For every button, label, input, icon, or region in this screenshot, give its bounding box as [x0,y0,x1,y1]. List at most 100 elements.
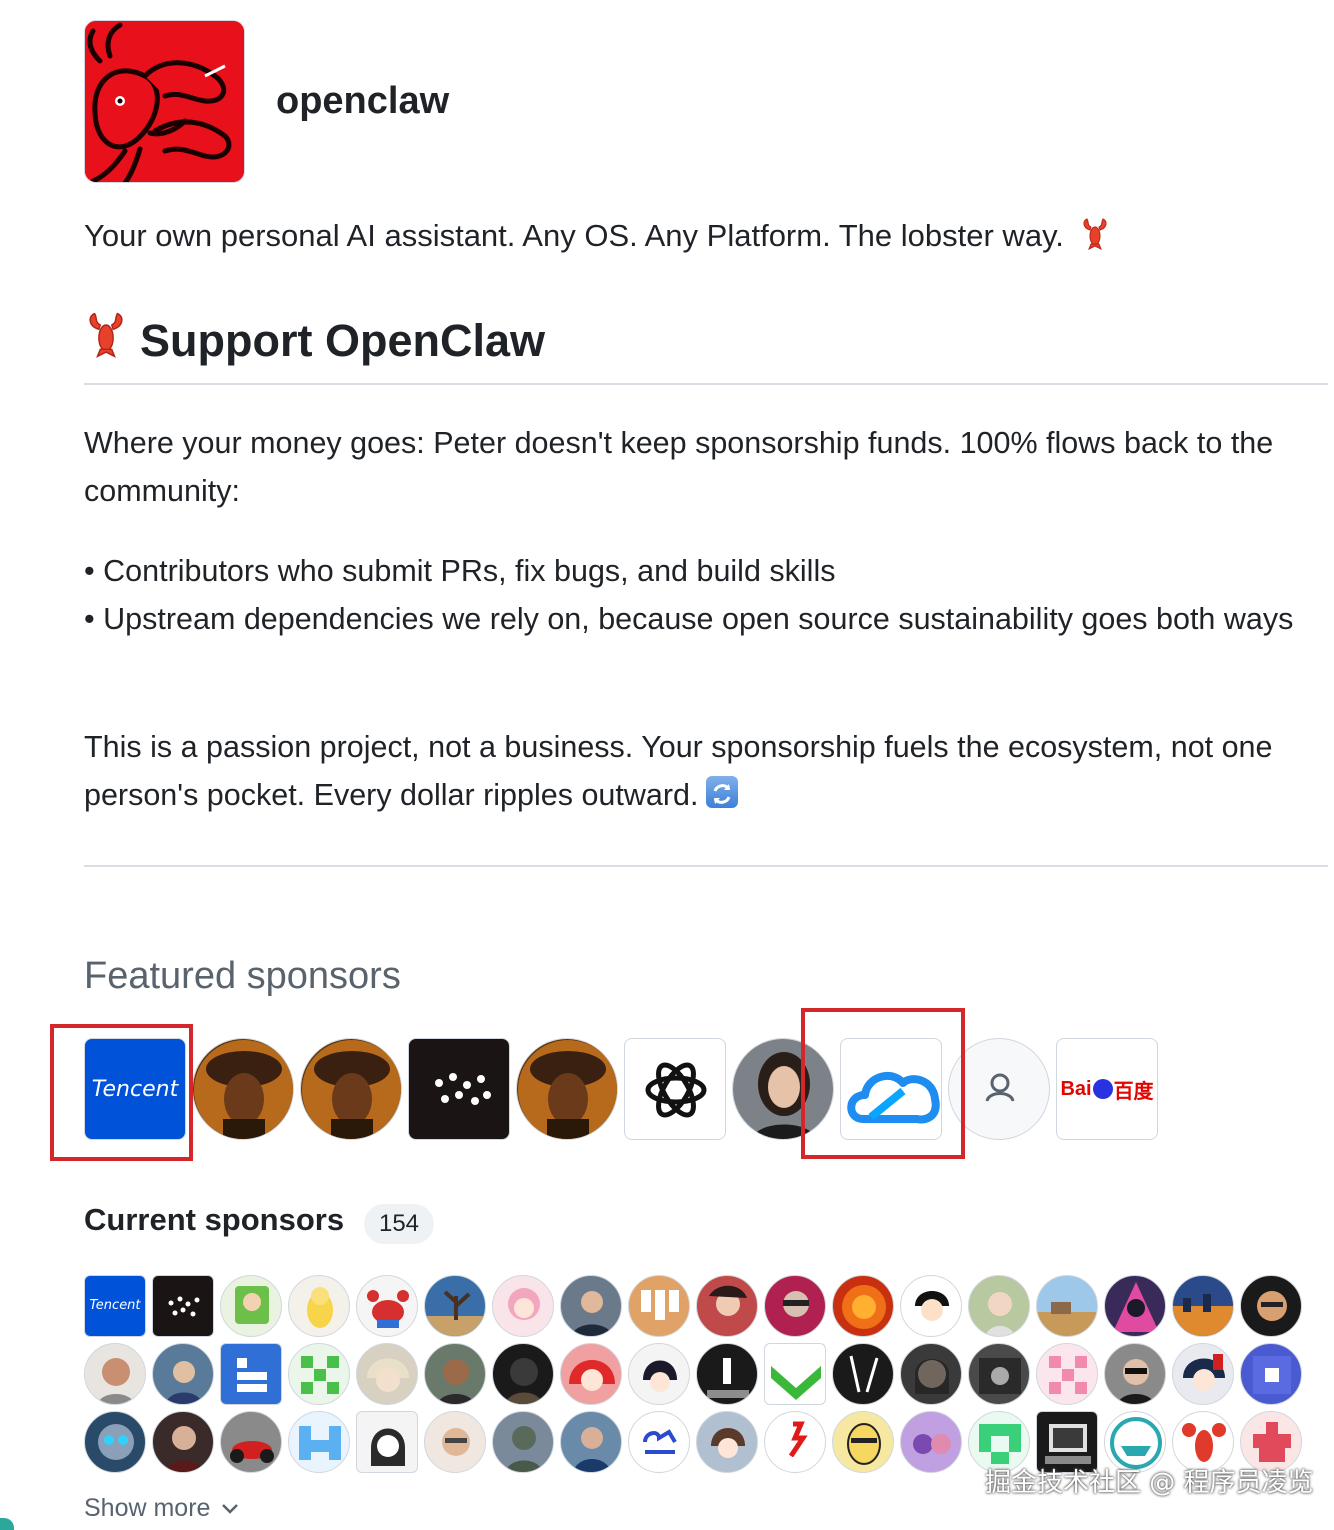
person-avatar-icon [235,1286,269,1324]
sponsor-avatar[interactable] [356,1411,418,1473]
sponsor-avatar[interactable] [1104,1343,1166,1405]
sponsor-avatar[interactable] [424,1343,486,1405]
sponsor-avatar[interactable] [356,1343,418,1405]
sponsor-avatar[interactable] [356,1275,418,1337]
sponsor-avatar[interactable] [832,1343,894,1405]
baidu-paw-icon [1092,1079,1113,1099]
lingxi-logo-icon [788,1421,808,1458]
sponsor-avatar[interactable] [84,1411,146,1473]
soldier-avatar-icon [505,1426,543,1472]
openai-logo-icon [645,1062,707,1118]
org-name[interactable]: openclaw [276,80,449,123]
sketch-avatar-icon [371,1428,405,1466]
sponsor-avatar[interactable] [220,1343,282,1405]
section-divider [84,865,1328,867]
sponsor-avatar[interactable] [152,1275,214,1337]
sponsor-avatar[interactable] [288,1411,350,1473]
sponsor-avatar[interactable] [1172,1343,1234,1405]
sponsor-avatar[interactable] [288,1343,350,1405]
anime-avatar-icon [915,1291,949,1321]
tencent-logo-icon: Tencent [89,1298,141,1313]
sponsor-avatar[interactable] [1172,1275,1234,1337]
sponsor-avatar[interactable] [628,1275,690,1337]
sponsor-avatar[interactable] [516,1038,618,1140]
chevron-down-icon [222,1503,239,1514]
sponsor-avatar[interactable] [968,1275,1030,1337]
sponsor-avatar[interactable] [696,1411,758,1473]
tagline-text: Your own personal AI assistant. Any OS. … [84,218,1064,253]
sponsor-avatar[interactable] [300,1038,402,1140]
sponsor-avatar[interactable] [696,1275,758,1337]
sponsor-avatar[interactable] [492,1343,554,1405]
anime-avatar-icon [711,1428,745,1458]
current-sponsors-title: Current sponsors [84,1202,345,1237]
sponsor-avatar[interactable] [764,1343,826,1405]
doc-logo-icon [237,1358,267,1392]
sponsor-avatar[interactable] [764,1411,826,1473]
sponsor-avatar[interactable] [192,1038,294,1140]
sponsor-avatar[interactable] [628,1343,690,1405]
support-closing-text: This is a passion project, not a busines… [84,730,1273,812]
support-bullets: Contributors who submit PRs, fix bugs, a… [84,547,1314,643]
sponsor-avatar[interactable] [424,1275,486,1337]
org-header: openclaw [84,20,449,183]
sponsor-avatar[interactable] [84,1343,146,1405]
sponsor-avatar[interactable] [900,1411,962,1473]
sponsor-tencent-small[interactable]: Tencent [84,1275,146,1337]
sponsor-avatar[interactable] [696,1343,758,1405]
sponsor-avatar[interactable] [152,1411,214,1473]
sponsor-avatar[interactable] [968,1343,1030,1405]
portrait-avatar-icon [301,1039,401,1139]
person-avatar-icon [709,1285,747,1316]
baidu-label-b: 百度 [1113,1078,1154,1103]
sponsor-avatar[interactable] [560,1343,622,1405]
sponsor-avatar[interactable] [424,1411,486,1473]
sponsor-avatar[interactable] [220,1275,282,1337]
sponsor-avatar[interactable] [1240,1343,1302,1405]
person-avatar-icon [1257,1291,1287,1321]
sponsor-avatar[interactable] [288,1275,350,1337]
landscape-avatar-icon [1037,1302,1097,1336]
sponsor-avatar[interactable] [1036,1275,1098,1337]
highlight-box-tencent [50,1024,193,1161]
show-more-link[interactable]: Show more [84,1494,240,1523]
list-item: Upstream dependencies we rely on, becaus… [84,595,1314,643]
sponsor-avatar[interactable] [492,1411,554,1473]
sponsor-avatar[interactable] [832,1411,894,1473]
sponsor-avatar[interactable] [1104,1275,1166,1337]
block-logo-icon [1253,1356,1291,1394]
support-intro: Where your money goes: Peter doesn't kee… [84,426,1274,508]
hooded-avatar-icon [505,1358,543,1404]
support-closing: This is a passion project, not a busines… [84,723,1314,819]
sponsor-openai[interactable] [624,1038,726,1140]
sponsor-avatar[interactable] [1036,1343,1098,1405]
sponsor-avatar[interactable] [560,1275,622,1337]
anime-avatar-icon [569,1360,615,1391]
sponsor-avatar[interactable] [492,1275,554,1337]
city-avatar-icon [1173,1294,1233,1336]
sponsor-baidu[interactable]: Bai 百度 [1056,1038,1158,1140]
glyph-avatar-icon [849,1355,879,1393]
person-avatar-icon [915,1359,949,1394]
sponsor-dots[interactable] [408,1038,510,1140]
sponsor-avatar[interactable] [628,1411,690,1473]
anime-avatar-icon [367,1358,409,1392]
dots-logo-icon [435,1073,491,1105]
lobster-logo-icon[interactable] [84,20,245,183]
sponsor-avatar[interactable] [764,1275,826,1337]
sponsor-avatar[interactable] [1240,1275,1302,1337]
portrait-avatar-icon [517,1039,617,1139]
person-avatar-icon [97,1358,135,1404]
sponsor-avatar[interactable] [832,1275,894,1337]
hand-avatar-icon [707,1358,749,1398]
sponsor-avatar[interactable] [900,1275,962,1337]
baidu-label-a: Bai [1060,1077,1092,1100]
pixel-avatar-icon [301,1356,339,1394]
sponsor-avatar[interactable] [152,1343,214,1405]
person-avatar-icon [573,1427,611,1472]
robot-avatar-icon [98,1424,134,1460]
sponsor-avatar[interactable] [900,1343,962,1405]
person-avatar-icon [571,1291,613,1336]
sponsor-avatar[interactable] [560,1411,622,1473]
sponsor-avatar[interactable] [220,1411,282,1473]
